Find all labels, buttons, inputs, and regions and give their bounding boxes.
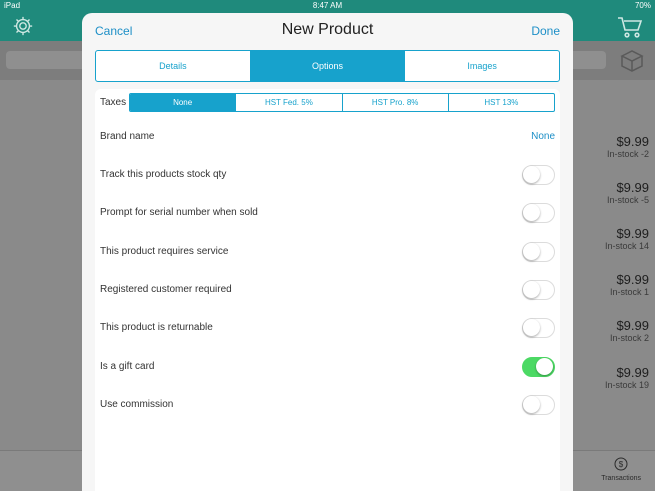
- brand-value-link[interactable]: None: [531, 131, 555, 142]
- modal-header: Cancel New Product Done: [82, 13, 573, 50]
- toggle-row-commission: Use commission: [100, 395, 555, 415]
- toggle-knob: [536, 358, 553, 375]
- toggle-label: This product is returnable: [100, 322, 213, 333]
- battery-label: 70%: [634, 1, 651, 10]
- serial-number-toggle[interactable]: [522, 203, 555, 223]
- brand-row: Brand name None: [100, 127, 555, 147]
- product-price: $9.99: [616, 134, 649, 149]
- taxes-label: Taxes: [100, 97, 127, 108]
- product-stock: In-stock -5: [606, 195, 649, 205]
- product-item[interactable]: $9.99 In-stock 1: [610, 272, 649, 297]
- toggle-row-track-stock: Track this products stock qty: [100, 165, 555, 185]
- product-item[interactable]: $9.99 In-stock 14: [605, 226, 649, 251]
- svg-text:$: $: [619, 460, 624, 469]
- product-item[interactable]: $9.99 In-stock -5: [607, 180, 649, 205]
- product-stock: In-stock 14: [604, 241, 649, 251]
- product-item[interactable]: $9.99 In-stock 2: [610, 318, 649, 343]
- box-icon[interactable]: [619, 48, 645, 72]
- modal-title: New Product: [281, 21, 374, 38]
- tab-transactions[interactable]: $ Transactions: [601, 457, 641, 482]
- section-tabs: Details Options Images: [95, 50, 560, 82]
- product-stock: In-stock -2: [606, 149, 649, 159]
- toggle-label: This product requires service: [100, 246, 229, 257]
- product-stock: In-stock 2: [609, 333, 649, 343]
- product-price: $9.99: [616, 318, 649, 333]
- product-stock: In-stock 1: [609, 287, 649, 297]
- brand-label: Brand name: [100, 131, 155, 142]
- new-product-modal: Cancel New Product Done Details Options …: [82, 13, 573, 491]
- taxes-segmented-control: None HST Fed. 5% HST Pro. 8% HST 13%: [129, 93, 555, 112]
- toggle-knob: [523, 319, 540, 336]
- options-card: Taxes None HST Fed. 5% HST Pro. 8% HST 1…: [95, 89, 560, 491]
- track-stock-toggle[interactable]: [522, 165, 555, 185]
- tax-option-hst-pro[interactable]: HST Pro. 8%: [343, 94, 449, 111]
- toggle-row-serial-number: Prompt for serial number when sold: [100, 203, 555, 223]
- toggle-row-registered-customer: Registered customer required: [100, 280, 555, 300]
- tax-option-none[interactable]: None: [130, 94, 237, 111]
- tab-images[interactable]: Images: [405, 51, 559, 81]
- status-bar: iPad 8:47 AM 70%: [0, 0, 655, 12]
- toggle-knob: [523, 243, 540, 260]
- product-item[interactable]: $9.99 In-stock 19: [605, 365, 649, 390]
- toggle-knob: [523, 166, 540, 183]
- cart-icon[interactable]: [617, 15, 643, 39]
- toggle-knob: [523, 204, 540, 221]
- dollar-coin-icon: $: [614, 457, 628, 471]
- product-item[interactable]: $9.99 In-stock -2: [607, 134, 649, 159]
- gear-icon[interactable]: [12, 15, 34, 37]
- toggle-label: Registered customer required: [100, 284, 232, 295]
- requires-service-toggle[interactable]: [522, 242, 555, 262]
- toggle-knob: [523, 281, 540, 298]
- tab-details[interactable]: Details: [96, 51, 251, 81]
- product-price: $9.99: [616, 180, 649, 195]
- toggle-label: Use commission: [100, 399, 174, 410]
- commission-toggle[interactable]: [522, 395, 555, 415]
- gift-card-toggle[interactable]: [522, 357, 555, 377]
- done-button[interactable]: Done: [531, 24, 560, 38]
- toggle-label: Track this products stock qty: [100, 169, 227, 180]
- toggle-label: Prompt for serial number when sold: [100, 207, 258, 218]
- returnable-toggle[interactable]: [522, 318, 555, 338]
- tab-options[interactable]: Options: [250, 51, 406, 81]
- toggle-row-returnable: This product is returnable: [100, 318, 555, 338]
- product-price: $9.99: [616, 365, 649, 380]
- tax-option-hst-fed[interactable]: HST Fed. 5%: [236, 94, 343, 111]
- registered-customer-toggle[interactable]: [522, 280, 555, 300]
- tax-option-hst-13[interactable]: HST 13%: [449, 94, 554, 111]
- toggle-knob: [523, 396, 540, 413]
- product-price: $9.99: [616, 226, 649, 241]
- toggle-row-requires-service: This product requires service: [100, 242, 555, 262]
- toggle-row-gift-card: Is a gift card: [100, 357, 555, 377]
- status-time: 8:47 AM: [312, 1, 343, 10]
- product-stock: In-stock 19: [604, 380, 649, 390]
- toggle-label: Is a gift card: [100, 361, 155, 372]
- product-price: $9.99: [616, 272, 649, 287]
- tab-transactions-label: Transactions: [601, 475, 641, 482]
